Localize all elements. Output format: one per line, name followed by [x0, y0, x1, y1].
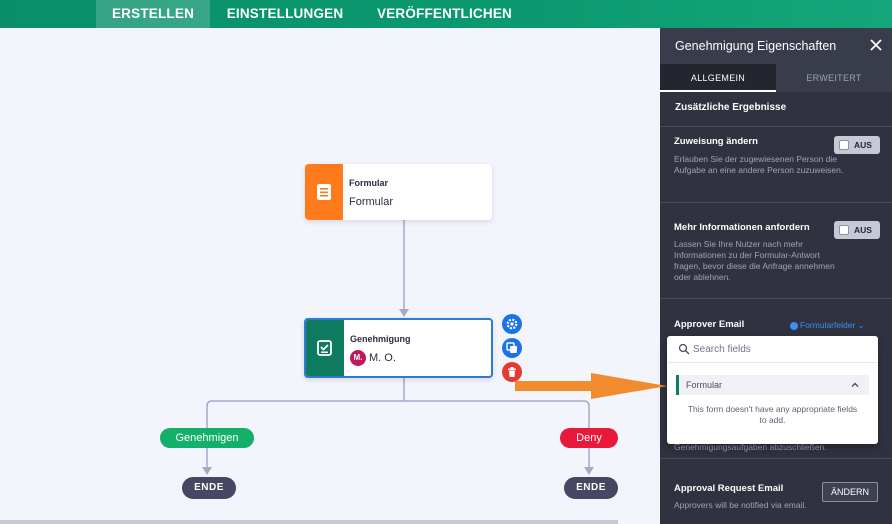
- gear-icon: [506, 318, 518, 330]
- end-node-deny[interactable]: ENDE: [564, 477, 618, 499]
- divider: [660, 298, 892, 299]
- approval-clipboard-icon: [317, 340, 332, 356]
- branch-deny-label[interactable]: Deny: [560, 428, 618, 448]
- reassign-description: Erlauben Sie der zugewiesenen Person die…: [674, 154, 844, 175]
- approval-node[interactable]: Genehmigung M. M. O.: [304, 318, 493, 378]
- form-fields-link[interactable]: Formularfelder ⌄: [790, 320, 865, 331]
- divider: [667, 362, 878, 363]
- divider: [660, 458, 892, 459]
- form-fields-icon: [790, 321, 798, 330]
- reassign-toggle[interactable]: AUS: [834, 136, 880, 154]
- field-group-label: Formular: [686, 380, 723, 390]
- form-node-title: Formular: [349, 178, 389, 188]
- form-node-subtitle: Formular: [349, 196, 394, 208]
- empty-fields-message: This form doesn't have any appropriate f…: [687, 404, 858, 425]
- node-settings-button[interactable]: [502, 314, 522, 334]
- approver-email-title: Approver Email: [674, 319, 745, 330]
- more-info-toggle-label: AUS: [854, 225, 872, 235]
- branch-approve-label[interactable]: Genehmigen: [160, 428, 254, 448]
- duplicate-icon: [506, 342, 517, 353]
- panel-header: Genehmigung Eigenschaften: [660, 28, 892, 64]
- request-email-title: Approval Request Email: [674, 483, 784, 494]
- divider: [660, 202, 892, 203]
- trash-icon: [508, 367, 516, 377]
- tab-einstellungen[interactable]: EINSTELLUNGEN: [215, 0, 355, 28]
- search-fields-input[interactable]: [693, 340, 868, 358]
- chevron-up-icon[interactable]: [850, 380, 860, 390]
- node-delete-button[interactable]: [502, 362, 522, 382]
- close-icon[interactable]: [868, 37, 884, 53]
- reassign-title: Zuweisung ändern: [674, 136, 758, 147]
- request-email-description: Approvers will be notified via email.: [674, 500, 807, 510]
- top-navigation-bar: ERSTELLEN EINSTELLUNGEN VERÖFFENTLICHEN: [0, 0, 892, 28]
- form-node-strip: [305, 164, 343, 220]
- more-info-title: Mehr Informationen anfordern: [674, 222, 810, 233]
- tab-erweitert[interactable]: ERWEITERT: [776, 64, 892, 92]
- reassign-toggle-label: AUS: [854, 140, 872, 150]
- tab-veroeffentlichen[interactable]: VERÖFFENTLICHEN: [362, 0, 527, 28]
- properties-panel: Genehmigung Eigenschaften ALLGEMEIN ERWE…: [660, 28, 892, 524]
- avatar: M.: [350, 350, 366, 366]
- node-duplicate-button[interactable]: [502, 338, 522, 358]
- workflow-canvas[interactable]: [0, 28, 660, 524]
- tab-erstellen[interactable]: ERSTELLEN: [96, 0, 210, 28]
- panel-title: Genehmigung Eigenschaften: [675, 39, 837, 53]
- form-node[interactable]: Formular Formular: [305, 164, 492, 220]
- tab-allgemein[interactable]: ALLGEMEIN: [660, 64, 776, 92]
- change-email-button[interactable]: ÄNDERN: [822, 482, 878, 502]
- form-document-icon: [317, 184, 331, 200]
- assignee-name: M. O.: [369, 351, 396, 364]
- approval-node-title: Genehmigung: [350, 334, 411, 344]
- divider: [660, 126, 892, 127]
- section-title: Zusätzliche Ergebnisse: [675, 102, 787, 113]
- field-picker-dropdown: Formular This form doesn't have any appr…: [667, 336, 878, 444]
- more-info-description: Lassen Sie Ihre Nutzer nach mehr Informa…: [674, 239, 835, 282]
- more-info-toggle[interactable]: AUS: [834, 221, 880, 239]
- form-fields-label: Formularfelder: [800, 320, 856, 330]
- search-icon: [678, 343, 690, 355]
- group-accent-bar: [676, 375, 679, 395]
- end-node-approve[interactable]: ENDE: [182, 477, 236, 499]
- chevron-down-icon: ⌄: [857, 320, 865, 330]
- field-group-formular[interactable]: Formular: [676, 375, 869, 395]
- horizontal-scrollbar[interactable]: [0, 520, 618, 524]
- toggle-knob: [839, 140, 849, 150]
- approval-node-strip: [306, 320, 344, 376]
- approval-node-assignee: M. M. O.: [350, 350, 396, 366]
- toggle-knob: [839, 225, 849, 235]
